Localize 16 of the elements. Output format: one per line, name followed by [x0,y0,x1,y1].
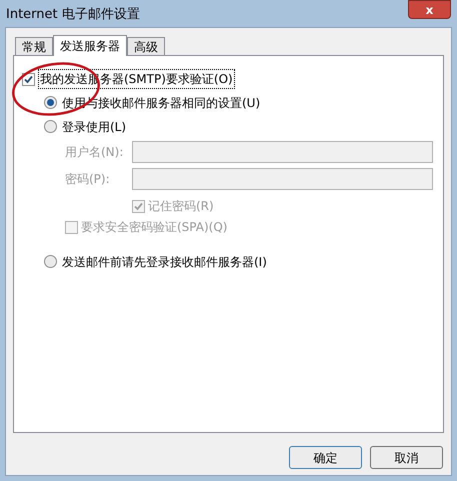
field-label: 用户名(N): [65,144,124,161]
dialog-button[interactable]: 取消 [370,446,443,469]
checkbox-label: 记住密码(R) [148,198,214,215]
radio-button[interactable] [44,255,57,268]
field-label: 密码(P): [65,171,111,188]
radio-label: 登录使用(L) [62,118,126,136]
tab[interactable]: 高级 [127,37,165,55]
close-button[interactable]: x [408,0,451,19]
tab[interactable]: 常规 [15,37,53,55]
tab[interactable]: 发送服务器 [53,35,127,56]
dialog-button[interactable]: 确定 [289,446,362,469]
window-title: Internet 电子邮件设置 [6,6,140,24]
radio-label: 发送邮件前请先登录接收邮件服务器(I) [62,254,267,270]
checkbox-label: 要求安全密码验证(SPA)(Q) [81,219,228,236]
radio-button[interactable] [44,96,57,109]
radio-button[interactable] [44,120,57,133]
